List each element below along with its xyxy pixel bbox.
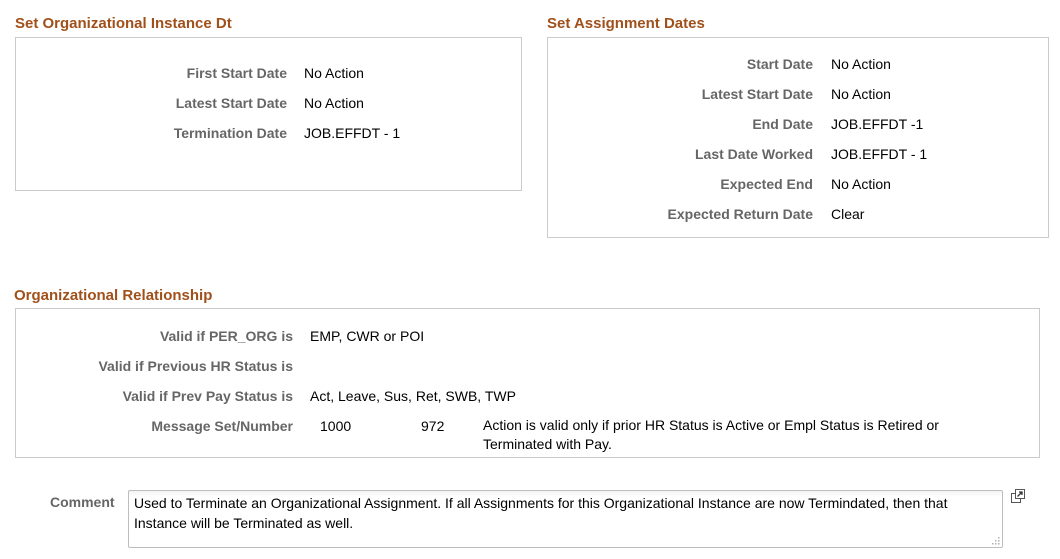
field-per-org: Valid if PER_ORG is EMP, CWR or POI — [16, 326, 1039, 346]
field-expected-end: Expected End No Action — [548, 174, 1048, 194]
field-value: No Action — [831, 176, 891, 192]
field-value: No Action — [304, 65, 364, 81]
field-expected-return-date: Expected Return Date Clear — [548, 204, 1048, 224]
field-label: Expected End — [720, 176, 813, 192]
comment-text: Used to Terminate an Organizational Assi… — [134, 495, 948, 531]
field-value: No Action — [831, 56, 891, 72]
org-relationship-panel: Valid if PER_ORG is EMP, CWR or POI Vali… — [15, 308, 1040, 458]
assignment-dates-panel: Start Date No Action Latest Start Date N… — [547, 37, 1049, 238]
field-first-start-date: First Start Date No Action — [16, 63, 521, 83]
message-text: Action is valid only if prior HR Status … — [483, 417, 939, 452]
field-label: Start Date — [746, 56, 813, 72]
resize-grip-icon[interactable] — [992, 537, 1000, 545]
comment-label: Comment — [50, 494, 115, 510]
field-value: Act, Leave, Sus, Ret, SWB, TWP — [310, 388, 516, 404]
field-end-date: End Date JOB.EFFDT -1 — [548, 114, 1048, 134]
field-value: No Action — [304, 95, 364, 111]
field-latest-start-date: Latest Start Date No Action — [548, 84, 1048, 104]
field-label: Latest Start Date — [701, 86, 813, 102]
expand-icon[interactable] — [1010, 488, 1026, 504]
field-label: Message Set/Number — [151, 418, 293, 434]
message-number: 972 — [421, 418, 445, 434]
field-prev-pay-status: Valid if Prev Pay Status is Act, Leave, … — [16, 386, 1039, 406]
message-set: 1000 — [320, 418, 352, 434]
field-value: EMP, CWR or POI — [310, 328, 425, 344]
field-last-date-worked: Last Date Worked JOB.EFFDT - 1 — [548, 144, 1048, 164]
field-label: Termination Date — [173, 125, 287, 141]
field-latest-start-date: Latest Start Date No Action — [16, 93, 521, 113]
field-label: Expected Return Date — [667, 206, 813, 222]
field-value: No Action — [831, 86, 891, 102]
field-value: JOB.EFFDT -1 — [831, 116, 924, 132]
field-termination-date: Termination Date JOB.EFFDT - 1 — [16, 123, 521, 143]
assignment-dates-title: Set Assignment Dates — [547, 15, 705, 32]
org-instance-panel: First Start Date No Action Latest Start … — [15, 37, 522, 191]
field-value: Clear — [831, 206, 865, 222]
comment-textarea[interactable]: Used to Terminate an Organizational Assi… — [128, 490, 1003, 548]
field-label: End Date — [752, 116, 813, 132]
org-relationship-title: Organizational Relationship — [14, 287, 213, 304]
field-label: Valid if Prev Pay Status is — [122, 388, 293, 404]
field-value: JOB.EFFDT - 1 — [831, 146, 928, 162]
field-value: JOB.EFFDT - 1 — [304, 125, 401, 141]
field-prev-hr-status: Valid if Previous HR Status is — [16, 356, 1039, 376]
field-label: Last Date Worked — [695, 146, 813, 162]
field-label: Valid if PER_ORG is — [159, 328, 293, 344]
org-instance-title: Set Organizational Instance Dt — [15, 15, 232, 32]
field-label: First Start Date — [186, 65, 287, 81]
field-start-date: Start Date No Action — [548, 54, 1048, 74]
field-label: Latest Start Date — [175, 95, 287, 111]
field-label: Valid if Previous HR Status is — [98, 358, 293, 374]
